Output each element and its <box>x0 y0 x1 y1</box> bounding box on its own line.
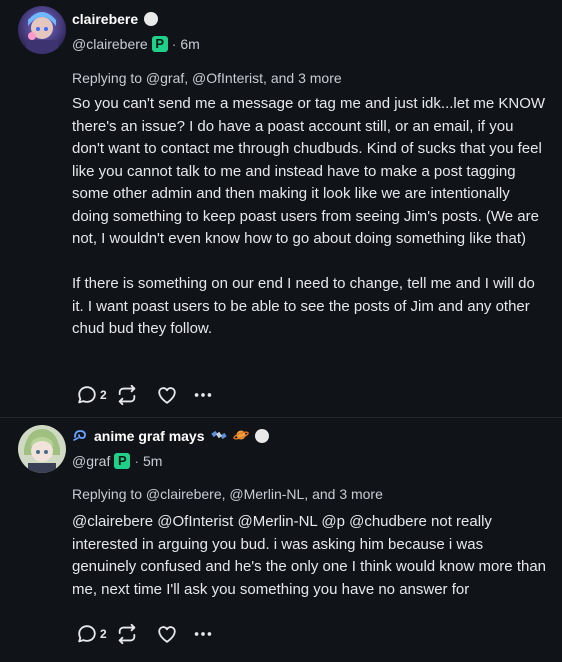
post-actions: 2 <box>76 622 214 646</box>
post-body: So you can't send me a message or tag me… <box>72 95 546 337</box>
post-time[interactable]: 5m <box>143 453 162 469</box>
repeat-icon <box>116 384 138 406</box>
ringed-planet-icon <box>232 427 249 446</box>
poast-badge-icon: P <box>151 36 168 52</box>
display-name[interactable]: anime graf mays <box>94 428 205 444</box>
post-time[interactable]: 6m <box>180 36 199 52</box>
status-post: anime graf mays @graf P · 5m Replying to… <box>0 418 562 662</box>
reply-button[interactable]: 2 <box>76 384 116 406</box>
favorite-button[interactable] <box>156 623 192 645</box>
separator-dot: · <box>171 36 177 52</box>
reply-count: 2 <box>100 627 107 641</box>
account-handle[interactable]: @clairebere <box>72 36 148 52</box>
verified-badge-icon <box>254 429 269 443</box>
favorite-button[interactable] <box>156 384 192 406</box>
post-body: @clairebere @OfInterist @Merlin-NL @p @c… <box>72 513 547 598</box>
post-header: clairebere @clairebere P · 6m <box>72 9 544 55</box>
account-handle[interactable]: @graf <box>72 453 110 469</box>
post-actions: 2 <box>76 383 214 407</box>
heart-icon <box>156 623 178 645</box>
blue-swirl-icon <box>72 427 88 446</box>
speech-bubble-icon <box>76 623 98 645</box>
avatar[interactable] <box>18 425 66 473</box>
more-button[interactable] <box>192 623 214 645</box>
status-post: clairebere @clairebere P · 6m Replying t… <box>0 0 562 418</box>
avatar[interactable] <box>18 6 66 54</box>
speech-bubble-icon <box>76 384 98 406</box>
reply-count: 2 <box>100 388 107 402</box>
display-name[interactable]: clairebere <box>72 11 138 27</box>
ellipsis-icon <box>192 384 214 406</box>
poast-badge-icon: P <box>114 453 131 469</box>
repeat-icon <box>116 623 138 645</box>
ellipsis-icon <box>192 623 214 645</box>
boost-button[interactable] <box>116 384 156 406</box>
separator-dot: · <box>134 453 140 469</box>
replying-to[interactable]: Replying to @graf, @OfInterist, and 3 mo… <box>72 70 548 88</box>
heart-icon <box>156 384 178 406</box>
replying-to[interactable]: Replying to @clairebere, @Merlin-NL, and… <box>72 486 548 504</box>
verified-badge-icon <box>144 12 159 26</box>
more-button[interactable] <box>192 384 214 406</box>
satellite-icon <box>210 427 227 446</box>
post-header: anime graf mays @graf P · 5m <box>72 426 544 472</box>
reply-button[interactable]: 2 <box>76 623 116 645</box>
boost-button[interactable] <box>116 623 156 645</box>
